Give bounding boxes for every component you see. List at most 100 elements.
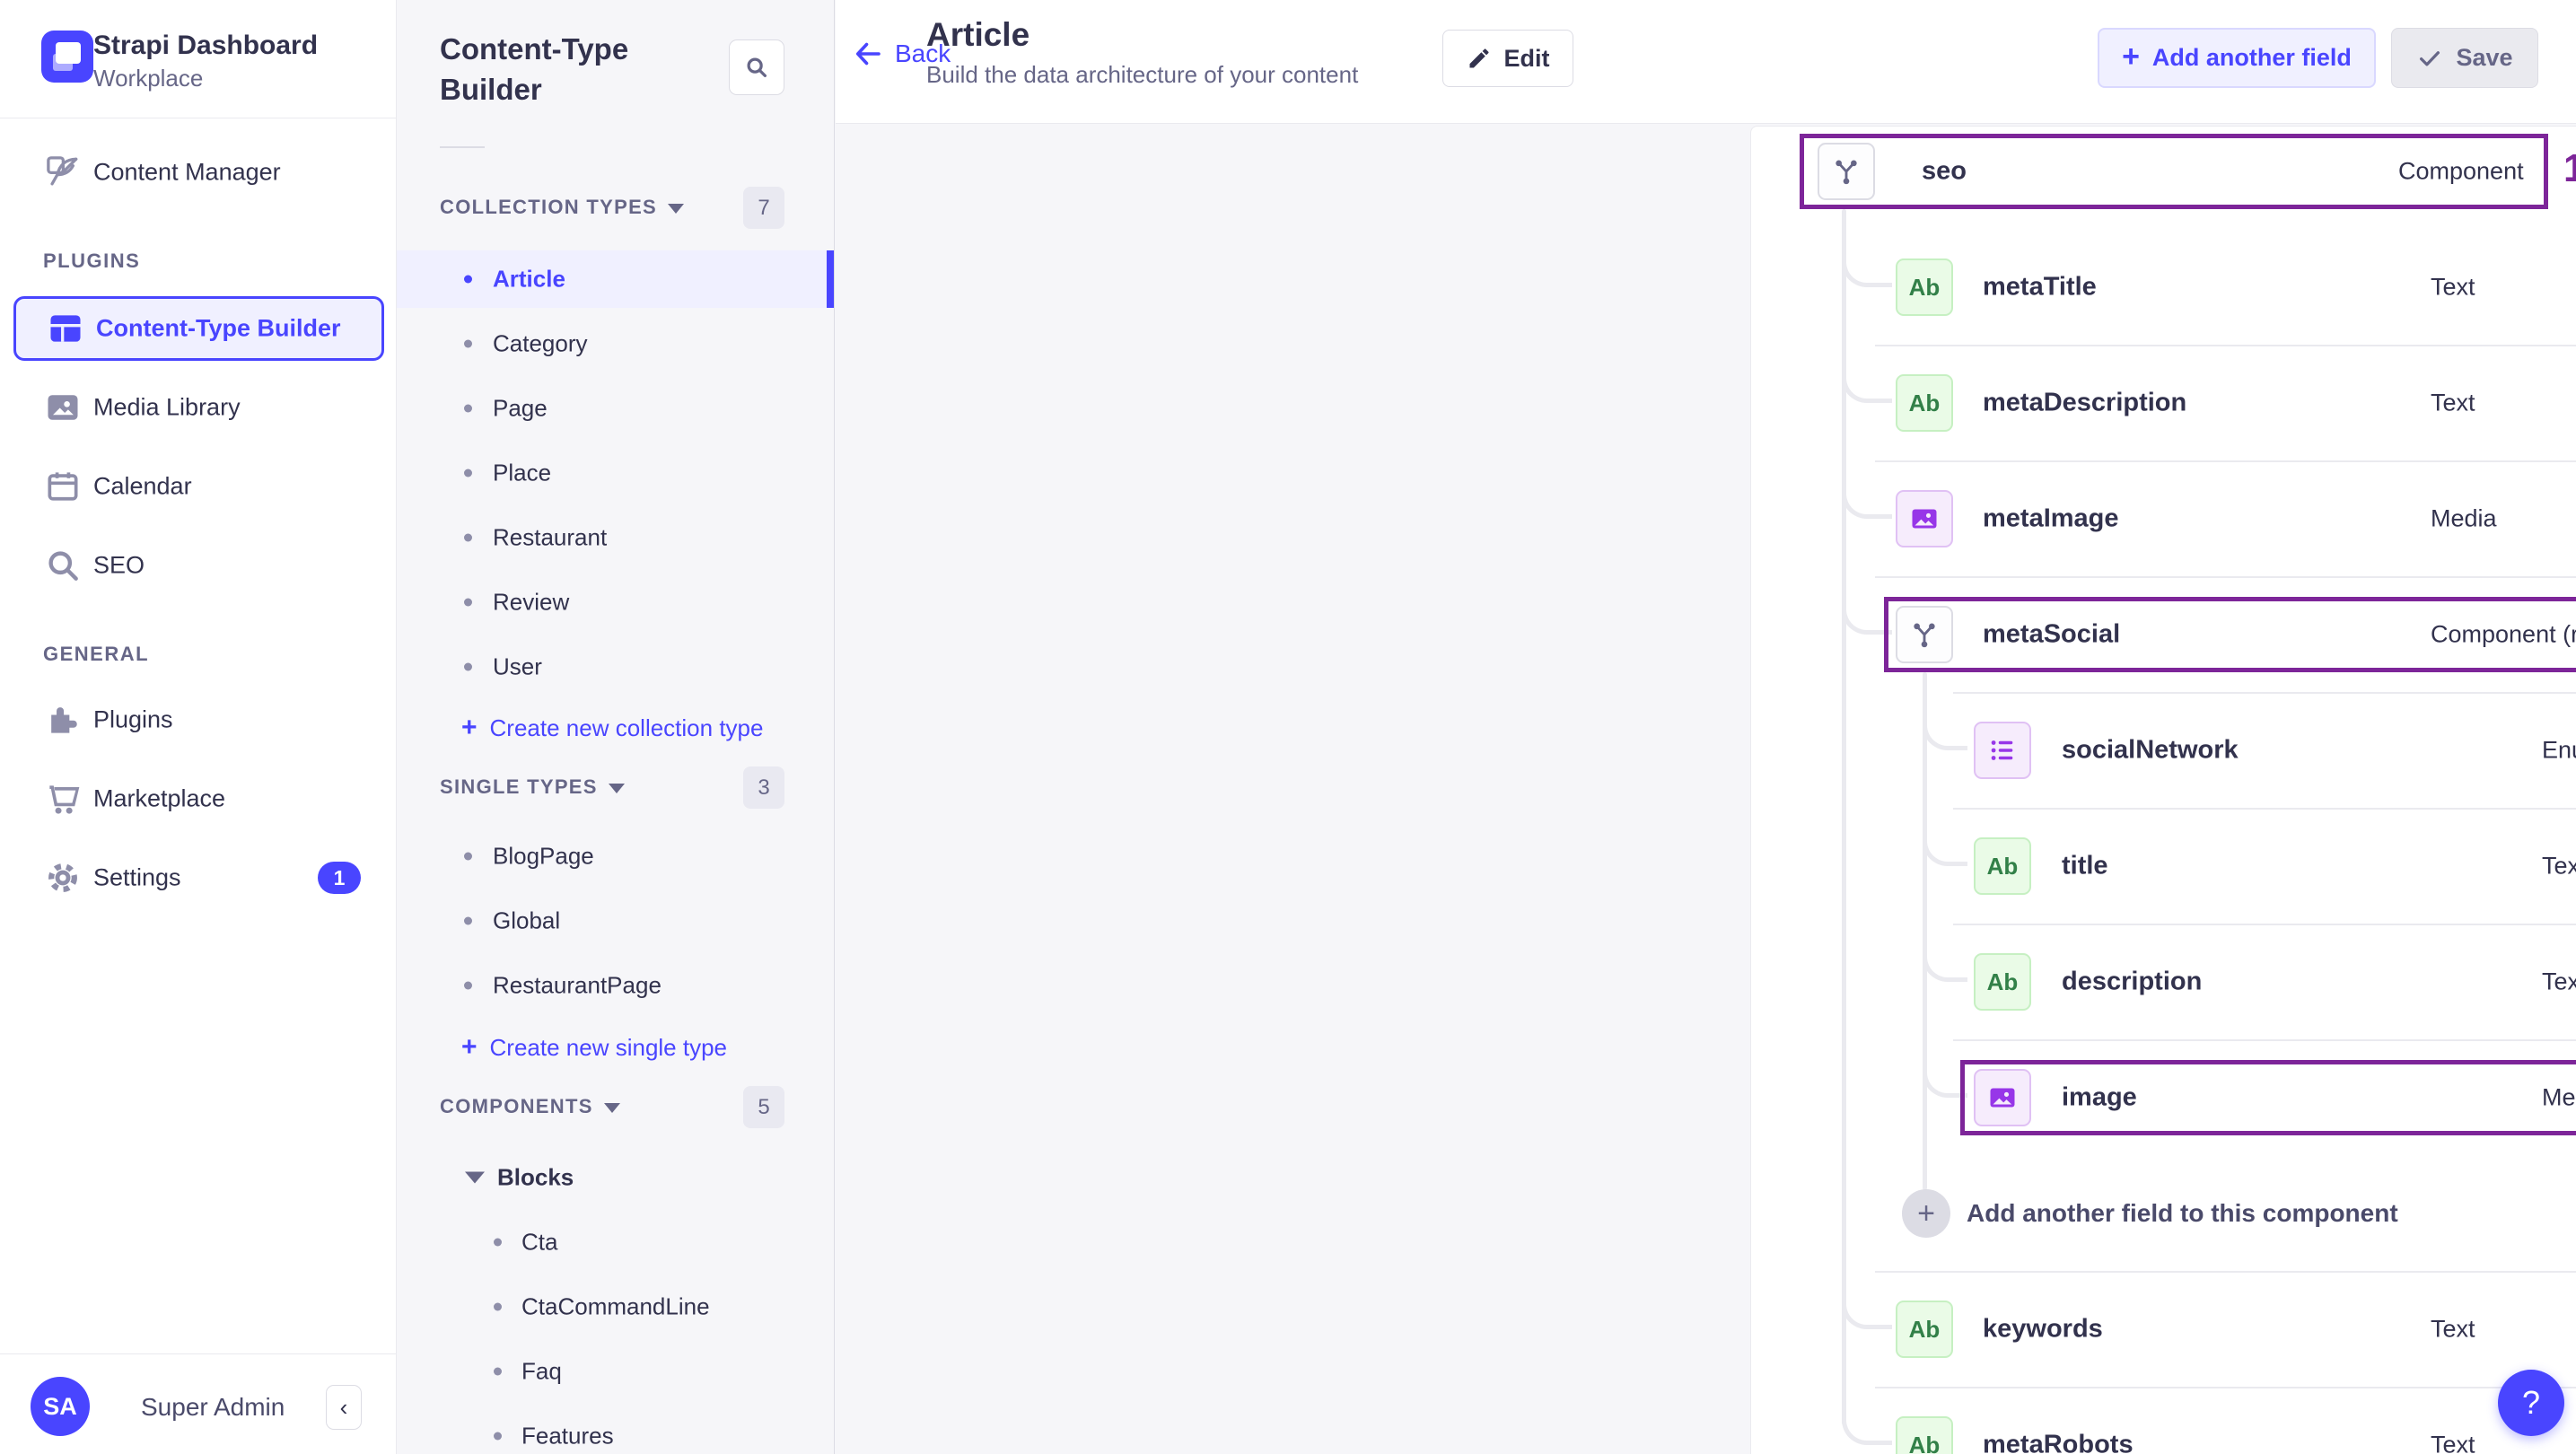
main-sidebar: Strapi Dashboard Workplace Content Manag… [0, 0, 397, 1454]
sidebar-item-label: Settings [93, 863, 181, 891]
sidebar-item-blogpage[interactable]: BlogPage [397, 828, 834, 885]
bullet-icon [464, 662, 472, 671]
bullet-icon [464, 533, 472, 542]
sidebar-item-restaurant[interactable]: Restaurant [397, 509, 834, 566]
check-icon [2420, 50, 2440, 66]
sidebar-section-general: GENERAL [43, 643, 150, 665]
sidebar-item-media-library[interactable]: Media Library [0, 368, 397, 447]
field-row-description: Ab description Text [1751, 924, 2576, 1040]
bullet-icon [464, 339, 472, 348]
sidebar-item-settings[interactable]: Settings 1 [0, 838, 397, 917]
add-another-field-button[interactable]: + Add another field [2098, 28, 2376, 88]
sidebar-item-label: Content Manager [93, 158, 281, 186]
components-header[interactable]: COMPONENTS [440, 1095, 620, 1118]
chevron-down-icon [603, 1102, 620, 1113]
sidebar-item-global[interactable]: Global [397, 892, 834, 950]
sidebar-item-content-type-builder[interactable]: Content-Type Builder [13, 296, 384, 361]
add-component-field-row[interactable]: + Add another field to this component [1751, 1164, 2576, 1263]
sidebar-item-content-manager[interactable]: Content Manager [0, 133, 397, 212]
sidebar-collapse-button[interactable]: ‹ [326, 1385, 362, 1430]
sidebar-item-label: Media Library [93, 393, 241, 421]
field-row-keywords: Ab keywords Text [1751, 1271, 2576, 1388]
layout-grid-icon [46, 309, 85, 348]
main-content: Back Article Build the data architecture… [836, 0, 2576, 1454]
sidebar-divider [0, 1353, 397, 1354]
plus-circle-icon[interactable]: + [1902, 1189, 1950, 1238]
shopping-cart-icon [43, 779, 83, 819]
search-icon [43, 546, 83, 585]
sidebar-item-label: Plugins [93, 705, 173, 733]
field-row-metasocial: metaSocial Component (repeatable) [1751, 576, 2576, 693]
workspace-switcher[interactable]: Strapi Dashboard Workplace [0, 0, 396, 118]
single-types-header[interactable]: SINGLE TYPES [440, 775, 625, 799]
collection-types-header[interactable]: COLLECTION TYPES [440, 196, 685, 219]
create-single-type-link[interactable]: + Create new single type [461, 1025, 727, 1070]
bullet-icon [464, 469, 472, 477]
annotation-number-1: 1 [2563, 146, 2576, 190]
page-header: Back Article Build the data architecture… [836, 0, 2576, 124]
text-field-icon: Ab [1896, 1416, 1953, 1454]
save-button[interactable]: Save [2391, 28, 2538, 88]
text-field-icon: Ab [1896, 1301, 1953, 1358]
divider [440, 146, 485, 148]
chevron-down-icon [668, 203, 685, 214]
bullet-icon [494, 1367, 502, 1376]
bullet-icon [464, 916, 472, 925]
ctb-sidebar-title: Content-Type Builder [440, 32, 629, 106]
create-collection-type-link[interactable]: + Create new collection type [461, 705, 763, 750]
sidebar-item-label: Marketplace [93, 784, 226, 812]
edit-button[interactable]: Edit [1442, 30, 1573, 87]
text-field-icon: Ab [1896, 374, 1953, 432]
field-row-seo: seo Component [1751, 113, 2576, 230]
arrow-left-icon [855, 42, 881, 66]
bullet-icon [464, 404, 472, 413]
field-row-metarobots: Ab metaRobots Text [1751, 1387, 2576, 1454]
bullet-icon [494, 1302, 502, 1311]
sidebar-item-faq[interactable]: Faq [397, 1343, 834, 1400]
picture-icon [43, 388, 83, 427]
workspace-subtitle: Workplace [93, 65, 204, 92]
sidebar-item-cta[interactable]: Cta [397, 1213, 834, 1271]
settings-notification-badge: 1 [318, 862, 361, 894]
sidebar-item-marketplace[interactable]: Marketplace [0, 759, 397, 838]
sidebar-item-features[interactable]: Features [397, 1407, 834, 1454]
components-count: 5 [743, 1086, 784, 1128]
sidebar-item-review[interactable]: Review [397, 574, 834, 631]
sidebar-item-label: Calendar [93, 472, 192, 500]
sidebar-item-user[interactable]: User [397, 638, 834, 696]
sidebar-item-page[interactable]: Page [397, 380, 834, 437]
gear-icon [43, 858, 83, 898]
pencil-icon [1469, 48, 1488, 68]
help-button[interactable]: ? [2498, 1370, 2564, 1436]
search-icon [747, 57, 767, 77]
component-field-icon [1896, 606, 1953, 663]
user-avatar[interactable]: SA [31, 1377, 90, 1436]
add-component-field-label[interactable]: Add another field to this component [1967, 1199, 2398, 1228]
puzzle-icon [43, 700, 83, 740]
bullet-icon [494, 1238, 502, 1247]
page-subtitle: Build the data architecture of your cont… [926, 61, 1359, 88]
content-type-builder-sidebar: Content-Type Builder COLLECTION TYPES 7 … [397, 0, 835, 1454]
field-row-metatitle: Ab metaTitle Text [1751, 229, 2576, 346]
sidebar-item-category[interactable]: Category [397, 315, 834, 372]
sidebar-item-seo[interactable]: SEO [0, 526, 397, 605]
component-field-icon [1818, 143, 1875, 200]
sidebar-item-plugins[interactable]: Plugins [0, 680, 397, 759]
text-field-icon: Ab [1974, 953, 2031, 1011]
sidebar-item-ctacommandline[interactable]: CtaCommandLine [397, 1278, 834, 1336]
sidebar-item-restaurantpage[interactable]: RestaurantPage [397, 957, 834, 1014]
chevron-down-icon [608, 783, 625, 793]
feather-pen-icon [43, 153, 83, 192]
single-types-count: 3 [743, 766, 784, 809]
component-group-blocks[interactable]: Blocks [397, 1149, 834, 1206]
search-button[interactable] [729, 39, 784, 95]
collection-types-count: 7 [743, 187, 784, 229]
sidebar-item-place[interactable]: Place [397, 444, 834, 502]
text-field-icon: Ab [1896, 258, 1953, 316]
text-field-icon: Ab [1974, 837, 2031, 895]
field-row-socialnetwork: socialNetwork Enumeration [1751, 692, 2576, 809]
workspace-title: Strapi Dashboard [93, 31, 319, 60]
sidebar-item-calendar[interactable]: Calendar [0, 447, 397, 526]
sidebar-item-article[interactable]: Article [397, 250, 834, 308]
field-row-image: image Media [1751, 1039, 2576, 1156]
